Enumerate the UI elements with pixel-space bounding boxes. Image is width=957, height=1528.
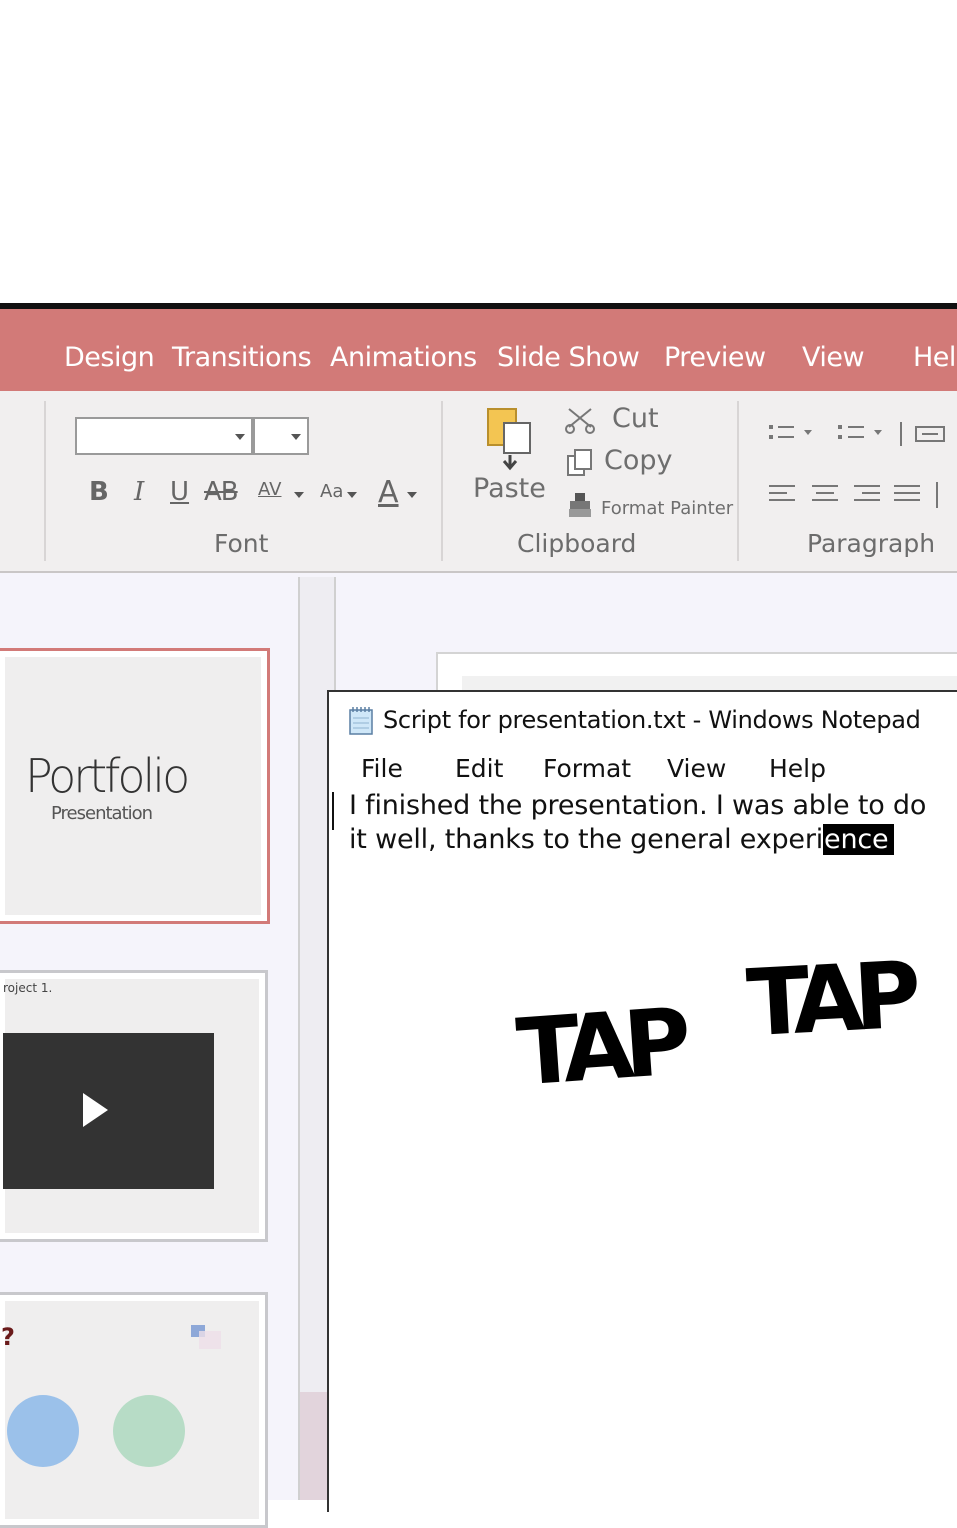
chevron-down-icon (235, 434, 245, 440)
copy-icon (565, 447, 595, 477)
character-spacing-button[interactable]: AV (258, 479, 281, 500)
slide-mark: ? (1, 1323, 15, 1351)
font-name-select[interactable] (75, 417, 253, 455)
clipboard-group-label: Clipboard (517, 529, 637, 558)
chevron-down-icon (291, 434, 301, 440)
paste-button[interactable]: Paste (473, 473, 546, 504)
menu-help[interactable]: Help (769, 754, 826, 783)
italic-button[interactable]: I (134, 477, 144, 507)
menu-file[interactable]: File (361, 754, 403, 783)
chevron-down-icon (347, 492, 357, 498)
underline-button[interactable]: U (170, 477, 189, 507)
strikethrough-button[interactable]: AB (204, 477, 239, 507)
change-case-button[interactable]: Aa (320, 481, 343, 502)
window-title: Script for presentation.txt - Windows No… (383, 706, 921, 734)
decor-circle-blue (7, 1395, 79, 1467)
font-color-button[interactable]: A (378, 475, 399, 510)
play-icon (83, 1093, 108, 1127)
bold-button[interactable]: B (89, 477, 109, 507)
group-divider (44, 401, 46, 561)
chevron-down-icon (294, 492, 304, 498)
format-painter-button[interactable]: Format Painter (601, 498, 733, 519)
group-divider (441, 401, 443, 561)
alignment-controls (766, 481, 956, 511)
tab-slide-show[interactable]: Slide Show (497, 342, 640, 373)
tab-preview[interactable]: Preview (664, 342, 766, 373)
slide-thumbnail-3[interactable]: ? (0, 1292, 268, 1528)
text-line-2-plain: it well, thanks to the general experi (349, 824, 824, 855)
menu-format[interactable]: Format (543, 754, 631, 783)
slide-title: Portfolio (25, 749, 190, 803)
slide-subtitle: Presentation (51, 803, 153, 824)
chevron-down-icon (407, 492, 417, 498)
font-group-label: Font (214, 529, 269, 558)
tab-view[interactable]: View (802, 342, 865, 373)
slide-thumbnail-2[interactable]: roject 1. (0, 970, 268, 1242)
text-line-1[interactable]: I finished the presentation. I was able … (349, 790, 926, 821)
slide-caption: roject 1. (3, 981, 53, 995)
format-painter-icon (566, 491, 596, 521)
notepad-icon (347, 706, 375, 736)
sfx-tap-2: TAP (744, 941, 914, 1058)
decor-square (199, 1331, 221, 1349)
text-caret (332, 792, 334, 830)
tab-animations[interactable]: Animations (330, 342, 477, 373)
video-tile[interactable] (3, 1033, 214, 1189)
sfx-tap-1: TAP (513, 988, 685, 1107)
slide-thumbnail-1[interactable]: Portfolio Presentation (0, 648, 270, 924)
tab-design[interactable]: Design (64, 342, 155, 373)
text-selection[interactable]: ence (823, 824, 895, 855)
copy-button[interactable]: Copy (604, 445, 673, 476)
text-line-2[interactable]: it well, thanks to the general experienc… (349, 824, 895, 855)
tab-help[interactable]: Help (913, 342, 957, 373)
ribbon-tab-bar: Design Transitions Animations Slide Show… (0, 309, 957, 391)
tab-transitions[interactable]: Transitions (172, 342, 312, 373)
menu-edit[interactable]: Edit (455, 754, 503, 783)
paragraph-group-label: Paragraph (807, 529, 936, 558)
notepad-window[interactable]: Script for presentation.txt - Windows No… (327, 690, 957, 1512)
menu-view[interactable]: View (667, 754, 726, 783)
group-divider (737, 401, 739, 561)
decor-circle-green (113, 1395, 185, 1467)
cut-button[interactable]: Cut (612, 403, 659, 434)
ribbon-panel: B I U AB AV Aa A Font Paste Cut Copy For… (0, 391, 957, 573)
scissors-icon (565, 405, 595, 435)
blank-margin (0, 0, 957, 303)
paste-icon[interactable] (484, 405, 536, 471)
scrollbar-thumb[interactable] (300, 1392, 328, 1500)
list-controls (766, 419, 956, 449)
font-size-select[interactable] (253, 417, 309, 455)
